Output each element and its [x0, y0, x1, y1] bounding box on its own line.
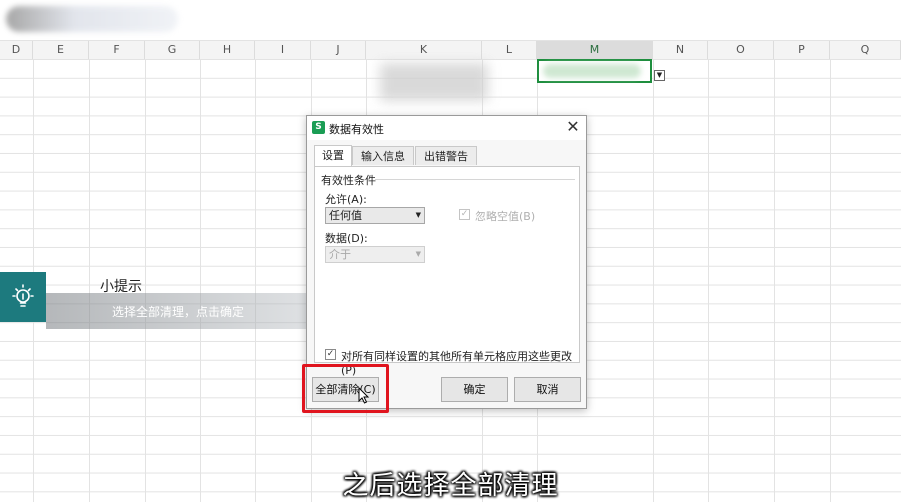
ok-button[interactable]: 确定 — [441, 377, 508, 402]
data-label: 数据(D): — [325, 232, 368, 245]
column-header-m[interactable]: M — [537, 41, 653, 59]
dialog-title: 数据有效性 — [329, 123, 384, 136]
app-logo-icon: S — [312, 121, 325, 134]
lightbulb-icon — [12, 284, 34, 307]
column-header-l[interactable]: L — [482, 41, 537, 59]
ignore-blank-checkbox[interactable]: ✓ — [459, 209, 470, 220]
ignore-blank-label: 忽略空值(B) — [475, 210, 536, 223]
grid-line — [255, 59, 256, 502]
tab-settings[interactable]: 设置 — [314, 145, 352, 166]
apply-all-checkbox[interactable]: ✓ — [325, 349, 336, 360]
top-bar — [0, 0, 901, 40]
grid-line — [145, 59, 146, 502]
column-header-g[interactable]: G — [145, 41, 200, 59]
tab-error-alert[interactable]: 出错警告 — [415, 146, 477, 165]
grid-line — [830, 59, 831, 502]
column-header-f[interactable]: F — [89, 41, 145, 59]
column-header-k[interactable]: K — [366, 41, 482, 59]
video-subtitle: 之后选择全部清理 — [342, 471, 559, 501]
mouse-cursor-icon — [358, 386, 370, 407]
chevron-down-icon: ▼ — [415, 250, 421, 258]
grid-line — [89, 59, 90, 502]
column-header-e[interactable]: E — [33, 41, 89, 59]
tab-input-message[interactable]: 输入信息 — [352, 146, 414, 165]
allow-select-value: 任何值 — [329, 209, 362, 222]
dialog-titlebar[interactable]: S 数据有效性 ✕ — [307, 116, 586, 140]
settings-panel: 有效性条件 允许(A): 任何值 ▼ ✓ 忽略空值(B) 数据(D): 介于 ▼… — [314, 166, 580, 377]
allow-select[interactable]: 任何值 ▼ — [325, 207, 425, 224]
tip-icon-box — [0, 272, 46, 322]
grid-line — [708, 59, 709, 502]
close-icon[interactable]: ✕ — [564, 118, 582, 136]
column-header-row: D E F G H I J K L M N O P Q — [0, 40, 901, 60]
data-select-value: 介于 — [329, 248, 351, 261]
selected-cell-m[interactable] — [537, 59, 652, 83]
grid-line — [774, 59, 775, 502]
column-header-j[interactable]: J — [311, 41, 366, 59]
cell-dropdown-button[interactable]: ▼ — [654, 70, 665, 81]
grid-line — [653, 59, 654, 502]
column-header-i[interactable]: I — [255, 41, 311, 59]
blurred-title — [6, 6, 178, 32]
group-title: 有效性条件 — [321, 174, 376, 187]
allow-label: 允许(A): — [325, 193, 367, 206]
blurred-cell-value — [543, 64, 641, 78]
column-header-n[interactable]: N — [653, 41, 708, 59]
data-select[interactable]: 介于 ▼ — [325, 246, 425, 263]
column-header-h[interactable]: H — [200, 41, 255, 59]
chevron-down-icon: ▼ — [415, 211, 421, 219]
group-divider — [375, 179, 575, 180]
column-header-p[interactable]: P — [774, 41, 830, 59]
blurred-cell-content — [380, 63, 488, 101]
tip-text: 选择全部清理，点击确定 — [112, 305, 245, 319]
column-header-d[interactable]: D — [0, 41, 33, 59]
column-header-q[interactable]: Q — [830, 41, 901, 59]
column-header-o[interactable]: O — [708, 41, 774, 59]
grid-line — [200, 59, 201, 502]
red-highlight-box — [302, 364, 389, 413]
cancel-button[interactable]: 取消 — [514, 377, 581, 402]
